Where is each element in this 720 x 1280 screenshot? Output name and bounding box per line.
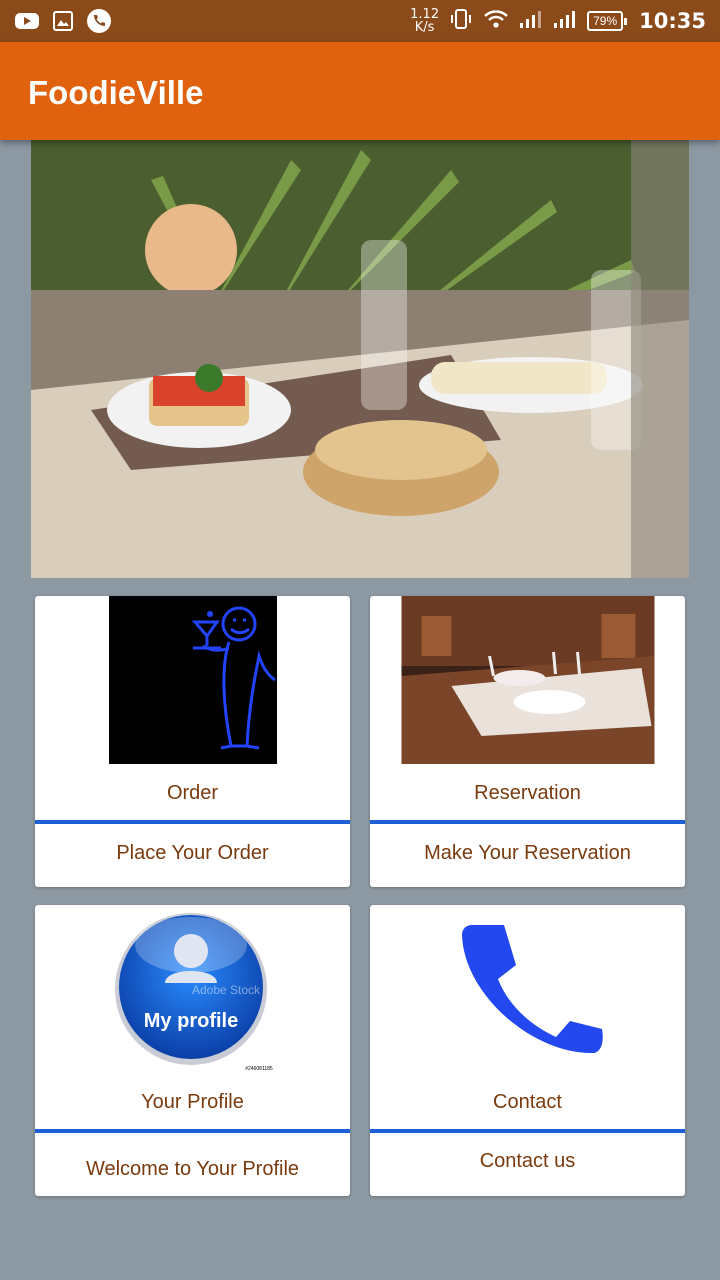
welcome-profile-link[interactable]: Welcome to Your Profile xyxy=(35,1158,350,1181)
signal-icon xyxy=(519,9,543,34)
phone-icon xyxy=(444,905,612,1073)
card-divider xyxy=(35,820,350,824)
card-divider xyxy=(35,1129,350,1133)
network-speed: 1.12 K/s xyxy=(410,7,440,35)
place-order-link[interactable]: Place Your Order xyxy=(35,842,350,865)
gallery-icon xyxy=(50,8,76,34)
contact-title: Contact xyxy=(493,1091,562,1113)
restaurant-table-image xyxy=(401,596,654,764)
reservation-card[interactable]: Reservation Make Your Reservation xyxy=(370,596,685,887)
profile-title: Your Profile xyxy=(141,1091,244,1113)
order-card[interactable]: Order Place Your Order xyxy=(35,596,350,887)
profile-card[interactable]: Adobe Stock My profile #246081185 Your P… xyxy=(35,905,350,1196)
make-reservation-link[interactable]: Make Your Reservation xyxy=(370,842,685,865)
order-title: Order xyxy=(166,782,219,804)
contact-card[interactable]: Contact Contact us xyxy=(370,905,685,1196)
card-divider xyxy=(370,820,685,824)
phone-call-icon xyxy=(86,8,112,34)
signal-icon xyxy=(553,9,577,34)
profile-badge-text: My profile xyxy=(143,1010,237,1032)
card-divider xyxy=(370,1129,685,1133)
youtube-icon xyxy=(14,8,40,34)
battery-indicator: 79% xyxy=(587,11,628,31)
stock-id-text: #246081185 xyxy=(245,1066,273,1072)
watermark-text: Adobe Stock xyxy=(191,983,260,997)
clock: 10:35 xyxy=(639,9,706,33)
app-title: FoodieVille xyxy=(28,74,204,111)
profile-badge-image: Adobe Stock My profile #246081185 xyxy=(109,905,277,1073)
waiter-image xyxy=(108,596,277,764)
app-bar: FoodieVille xyxy=(0,42,720,140)
wifi-icon xyxy=(483,8,509,35)
contact-us-link[interactable]: Contact us xyxy=(370,1150,685,1173)
status-bar: 1.12 K/s 79% 10:35 xyxy=(0,0,720,42)
reservation-title: Reservation xyxy=(474,782,581,804)
hero-image xyxy=(31,140,689,578)
vibrate-icon xyxy=(449,7,473,36)
